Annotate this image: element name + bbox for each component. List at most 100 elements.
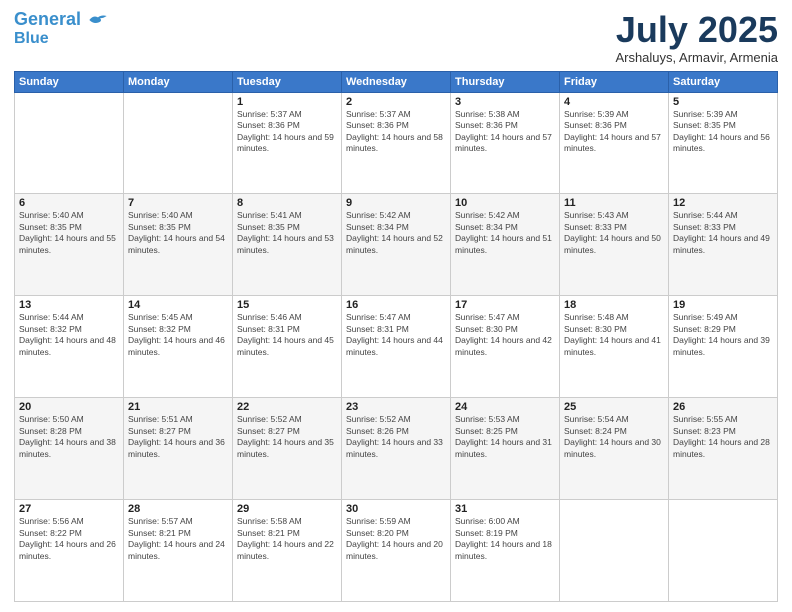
day-info: Sunrise: 5:47 AMSunset: 8:30 PMDaylight:… [455,312,555,358]
calendar-cell: 16Sunrise: 5:47 AMSunset: 8:31 PMDayligh… [342,296,451,398]
calendar-header-sunday: Sunday [15,71,124,92]
calendar-cell [124,92,233,194]
day-info: Sunrise: 5:54 AMSunset: 8:24 PMDaylight:… [564,414,664,460]
day-info: Sunrise: 5:45 AMSunset: 8:32 PMDaylight:… [128,312,228,358]
calendar-cell: 12Sunrise: 5:44 AMSunset: 8:33 PMDayligh… [669,194,778,296]
day-number: 31 [455,503,555,515]
calendar-cell: 26Sunrise: 5:55 AMSunset: 8:23 PMDayligh… [669,398,778,500]
logo-general: General [14,9,81,29]
calendar-cell: 5Sunrise: 5:39 AMSunset: 8:35 PMDaylight… [669,92,778,194]
day-info: Sunrise: 5:47 AMSunset: 8:31 PMDaylight:… [346,312,446,358]
day-info: Sunrise: 5:44 AMSunset: 8:33 PMDaylight:… [673,210,773,256]
day-number: 18 [564,299,664,311]
day-number: 11 [564,197,664,209]
day-number: 23 [346,401,446,413]
day-info: Sunrise: 5:41 AMSunset: 8:35 PMDaylight:… [237,210,337,256]
title-block: July 2025 Arshaluys, Armavir, Armenia [615,10,778,65]
calendar-cell: 17Sunrise: 5:47 AMSunset: 8:30 PMDayligh… [451,296,560,398]
day-number: 15 [237,299,337,311]
calendar-cell: 18Sunrise: 5:48 AMSunset: 8:30 PMDayligh… [560,296,669,398]
day-info: Sunrise: 5:38 AMSunset: 8:36 PMDaylight:… [455,109,555,155]
day-info: Sunrise: 5:44 AMSunset: 8:32 PMDaylight:… [19,312,119,358]
day-number: 26 [673,401,773,413]
calendar-cell: 14Sunrise: 5:45 AMSunset: 8:32 PMDayligh… [124,296,233,398]
day-number: 19 [673,299,773,311]
day-number: 24 [455,401,555,413]
day-info: Sunrise: 5:58 AMSunset: 8:21 PMDaylight:… [237,516,337,562]
day-info: Sunrise: 5:46 AMSunset: 8:31 PMDaylight:… [237,312,337,358]
calendar-header-thursday: Thursday [451,71,560,92]
day-number: 22 [237,401,337,413]
day-number: 13 [19,299,119,311]
header: General Blue July 2025 Arshaluys, Armavi… [14,10,778,65]
calendar-cell [15,92,124,194]
calendar-cell: 30Sunrise: 5:59 AMSunset: 8:20 PMDayligh… [342,500,451,602]
logo-blue: Blue [14,30,49,48]
day-info: Sunrise: 5:37 AMSunset: 8:36 PMDaylight:… [237,109,337,155]
day-info: Sunrise: 5:49 AMSunset: 8:29 PMDaylight:… [673,312,773,358]
day-info: Sunrise: 5:43 AMSunset: 8:33 PMDaylight:… [564,210,664,256]
day-number: 4 [564,96,664,108]
calendar-cell: 15Sunrise: 5:46 AMSunset: 8:31 PMDayligh… [233,296,342,398]
day-number: 2 [346,96,446,108]
day-number: 17 [455,299,555,311]
calendar-cell: 11Sunrise: 5:43 AMSunset: 8:33 PMDayligh… [560,194,669,296]
calendar-cell: 25Sunrise: 5:54 AMSunset: 8:24 PMDayligh… [560,398,669,500]
calendar-cell: 31Sunrise: 6:00 AMSunset: 8:19 PMDayligh… [451,500,560,602]
calendar-cell [560,500,669,602]
day-number: 7 [128,197,228,209]
day-number: 3 [455,96,555,108]
day-info: Sunrise: 5:52 AMSunset: 8:26 PMDaylight:… [346,414,446,460]
day-number: 28 [128,503,228,515]
calendar-cell: 20Sunrise: 5:50 AMSunset: 8:28 PMDayligh… [15,398,124,500]
day-number: 1 [237,96,337,108]
calendar-table: SundayMondayTuesdayWednesdayThursdayFrid… [14,71,778,602]
day-info: Sunrise: 5:59 AMSunset: 8:20 PMDaylight:… [346,516,446,562]
day-number: 16 [346,299,446,311]
day-number: 8 [237,197,337,209]
calendar-week-4: 20Sunrise: 5:50 AMSunset: 8:28 PMDayligh… [15,398,778,500]
day-info: Sunrise: 5:55 AMSunset: 8:23 PMDaylight:… [673,414,773,460]
day-number: 9 [346,197,446,209]
day-number: 25 [564,401,664,413]
day-info: Sunrise: 5:48 AMSunset: 8:30 PMDaylight:… [564,312,664,358]
day-number: 14 [128,299,228,311]
day-number: 6 [19,197,119,209]
day-info: Sunrise: 5:56 AMSunset: 8:22 PMDaylight:… [19,516,119,562]
calendar-header-wednesday: Wednesday [342,71,451,92]
logo-text: General [14,10,108,30]
day-info: Sunrise: 5:42 AMSunset: 8:34 PMDaylight:… [455,210,555,256]
calendar-header-row: SundayMondayTuesdayWednesdayThursdayFrid… [15,71,778,92]
day-info: Sunrise: 5:50 AMSunset: 8:28 PMDaylight:… [19,414,119,460]
calendar-cell: 23Sunrise: 5:52 AMSunset: 8:26 PMDayligh… [342,398,451,500]
day-number: 29 [237,503,337,515]
day-info: Sunrise: 5:42 AMSunset: 8:34 PMDaylight:… [346,210,446,256]
day-number: 27 [19,503,119,515]
logo-bird-icon [88,13,108,27]
month-title: July 2025 [615,10,778,50]
calendar-cell: 2Sunrise: 5:37 AMSunset: 8:36 PMDaylight… [342,92,451,194]
page: General Blue July 2025 Arshaluys, Armavi… [0,0,792,612]
day-info: Sunrise: 5:52 AMSunset: 8:27 PMDaylight:… [237,414,337,460]
calendar-header-tuesday: Tuesday [233,71,342,92]
day-number: 5 [673,96,773,108]
calendar-cell: 3Sunrise: 5:38 AMSunset: 8:36 PMDaylight… [451,92,560,194]
calendar-header-friday: Friday [560,71,669,92]
calendar-cell: 22Sunrise: 5:52 AMSunset: 8:27 PMDayligh… [233,398,342,500]
calendar-cell: 29Sunrise: 5:58 AMSunset: 8:21 PMDayligh… [233,500,342,602]
day-number: 12 [673,197,773,209]
calendar-cell: 24Sunrise: 5:53 AMSunset: 8:25 PMDayligh… [451,398,560,500]
calendar-cell: 19Sunrise: 5:49 AMSunset: 8:29 PMDayligh… [669,296,778,398]
calendar-header-saturday: Saturday [669,71,778,92]
day-info: Sunrise: 5:40 AMSunset: 8:35 PMDaylight:… [128,210,228,256]
logo: General Blue [14,10,108,47]
calendar-cell: 9Sunrise: 5:42 AMSunset: 8:34 PMDaylight… [342,194,451,296]
day-number: 10 [455,197,555,209]
day-info: Sunrise: 5:51 AMSunset: 8:27 PMDaylight:… [128,414,228,460]
calendar-week-1: 1Sunrise: 5:37 AMSunset: 8:36 PMDaylight… [15,92,778,194]
day-info: Sunrise: 5:53 AMSunset: 8:25 PMDaylight:… [455,414,555,460]
calendar-week-2: 6 Sunrise: 5:40 AMSunset: 8:35 PMDaylight… [15,194,778,296]
calendar-header-monday: Monday [124,71,233,92]
day-number: 21 [128,401,228,413]
calendar-cell: 6Sunrise: 5:40 AMSunset: 8:35 PMDaylight… [15,194,124,296]
